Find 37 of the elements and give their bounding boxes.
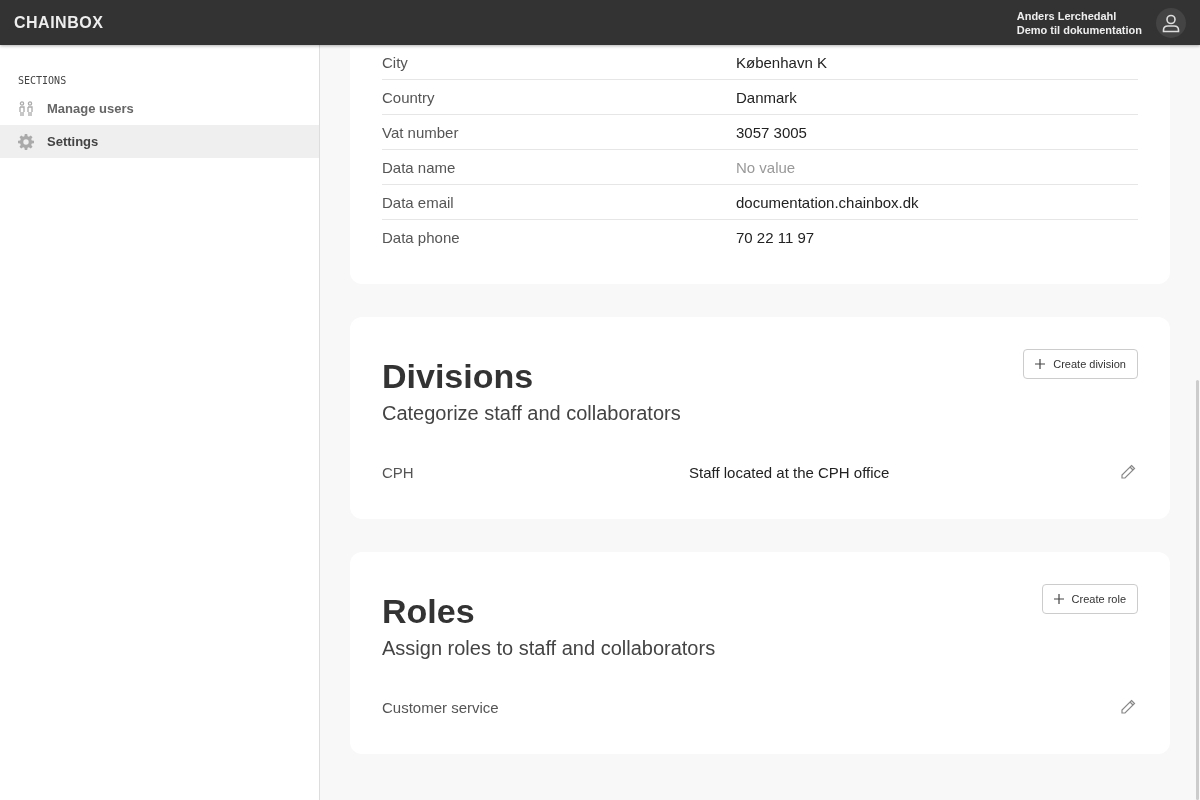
plus-icon xyxy=(1035,359,1046,369)
edit-button[interactable] xyxy=(1118,462,1138,482)
pencil-icon xyxy=(1120,699,1136,715)
gear-icon xyxy=(18,133,34,150)
people-icon xyxy=(18,100,34,117)
field-label: Vat number xyxy=(382,123,460,141)
scrollbar-thumb[interactable] xyxy=(1196,380,1199,800)
plus-icon xyxy=(1053,594,1064,604)
section-subtitle: Assign roles to staff and collaborators xyxy=(382,636,716,661)
pencil-icon xyxy=(1120,464,1136,480)
user-name: Anders Lerchedahl xyxy=(1016,8,1118,23)
field-value: Danmark xyxy=(736,88,797,106)
field-label: Data phone xyxy=(382,228,461,246)
create-button[interactable]: Create role xyxy=(1041,584,1138,614)
field-value: København K xyxy=(736,53,827,71)
sidebar-heading: SECTIONS xyxy=(17,75,68,88)
field-label: Data email xyxy=(382,193,455,211)
field-value: 3057 3005 xyxy=(736,123,807,141)
field-label: City xyxy=(382,53,409,71)
section-subtitle: Categorize staff and collaborators xyxy=(382,401,681,426)
field-value: documentation.chainbox.dk xyxy=(736,193,919,211)
create-button[interactable]: Create division xyxy=(1023,349,1138,379)
field-value: No value xyxy=(736,158,796,176)
person-icon xyxy=(1161,12,1181,33)
section-title: Divisions xyxy=(382,356,535,397)
item-name: Customer service xyxy=(382,698,500,716)
edit-button[interactable] xyxy=(1118,697,1138,717)
item-description: Staff located at the CPH office xyxy=(689,463,891,481)
item-name: CPH xyxy=(382,463,415,481)
logo[interactable]: CHAINBOX xyxy=(14,13,104,32)
section-title: Roles xyxy=(382,591,476,632)
account-button[interactable] xyxy=(1156,7,1186,38)
field-value: 70 22 11 97 xyxy=(736,228,815,246)
organization-name: Demo til dokumentation xyxy=(1016,22,1142,37)
field-label: Country xyxy=(382,88,436,106)
sidebar-item[interactable]: Settings xyxy=(0,125,319,158)
field-label: Data name xyxy=(382,158,457,176)
